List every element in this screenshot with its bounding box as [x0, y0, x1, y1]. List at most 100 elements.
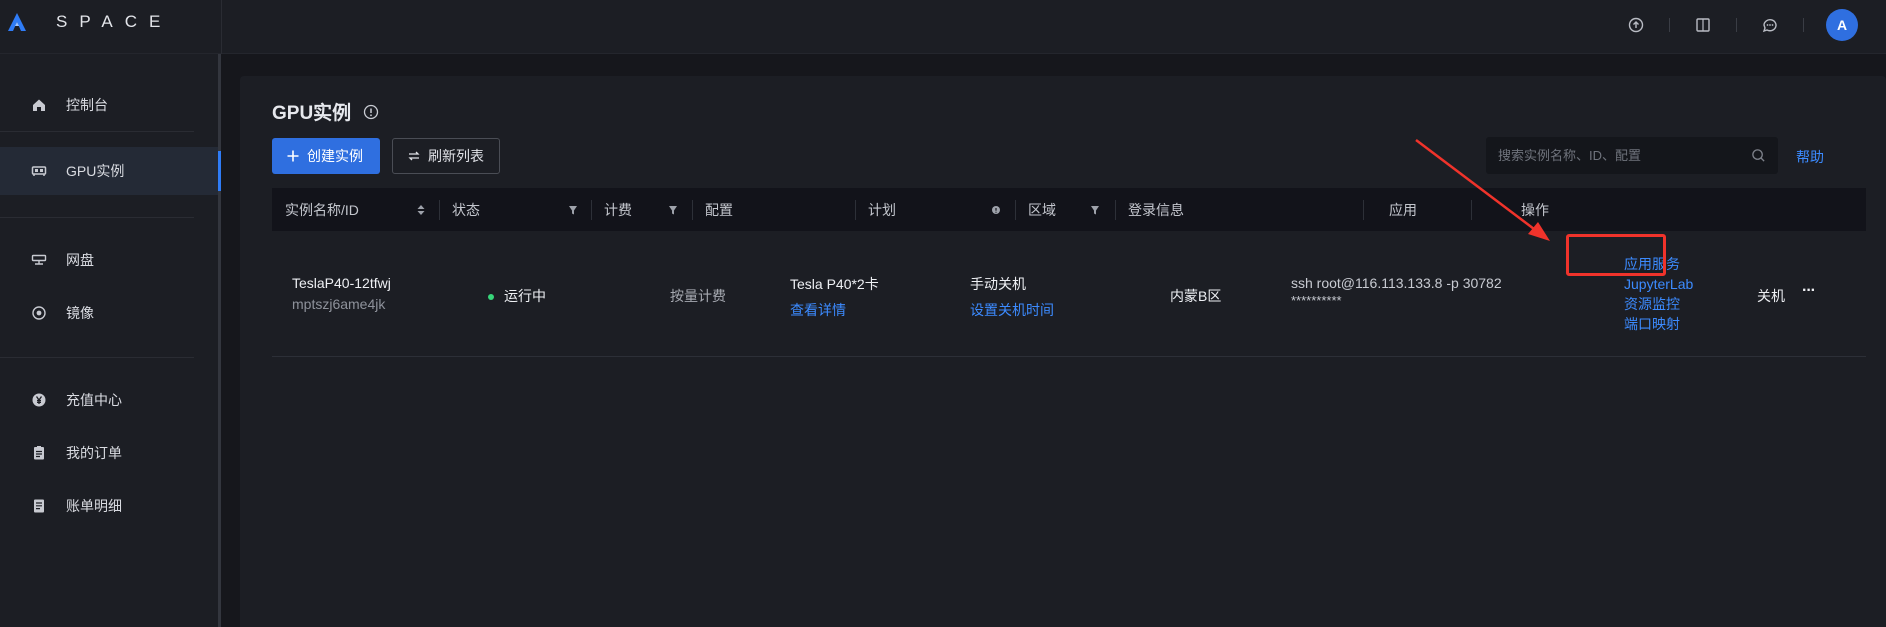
region-cell: 内蒙B区	[1170, 288, 1222, 304]
create-instance-label: 创建实例	[307, 148, 363, 164]
column-header-status[interactable]: 状态	[452, 188, 592, 231]
top-separator	[1669, 18, 1670, 32]
column-header-billing[interactable]: 计费	[604, 188, 692, 231]
create-instance-button[interactable]: 创建实例	[272, 138, 380, 174]
sidebar-item-label: 控制台	[66, 97, 108, 113]
page-title-text: GPU实例	[272, 103, 352, 124]
column-header-label: 登录信息	[1128, 201, 1184, 218]
orders-icon	[30, 444, 48, 462]
sidebar-divider	[0, 357, 194, 358]
shutdown-button[interactable]: 关机	[1757, 286, 1785, 306]
column-header-label: 实例名称/ID	[285, 201, 359, 218]
search-icon[interactable]	[1751, 148, 1766, 163]
header-separator	[591, 200, 592, 220]
refresh-list-button[interactable]: 刷新列表	[392, 138, 500, 174]
info-dot-icon[interactable]	[991, 204, 1001, 216]
header-separator	[1015, 200, 1016, 220]
filter-icon[interactable]	[568, 204, 578, 216]
status-dot-icon	[488, 294, 494, 301]
resource-monitor-link[interactable]: 资源监控	[1624, 294, 1693, 314]
top-bar: SPACE A	[0, 0, 1886, 54]
instance-id: mptszj6ame4jk	[292, 296, 386, 312]
billing-cell: 按量计费	[670, 288, 726, 304]
sidebar-divider	[0, 131, 194, 132]
header-separator	[1471, 200, 1472, 220]
refresh-list-label: 刷新列表	[428, 148, 484, 164]
column-header-region[interactable]: 区域	[1028, 188, 1114, 231]
status-cell: 运行中	[488, 286, 546, 306]
column-header-label: 状态	[452, 201, 480, 218]
column-header-actions: 操作	[1521, 188, 1601, 231]
book-icon[interactable]	[1692, 14, 1714, 36]
sidebar-divider	[0, 217, 194, 218]
config-text: Tesla P40*2卡	[790, 276, 879, 292]
topbar-divider	[221, 0, 222, 54]
bill-icon	[30, 497, 48, 515]
sidebar-item-mirror[interactable]: 镜像	[0, 289, 218, 337]
yen-icon	[30, 391, 48, 409]
header-separator	[692, 200, 693, 220]
home-icon	[30, 96, 48, 114]
upload-icon[interactable]	[1625, 14, 1647, 36]
sidebar-item-label: 账单明细	[66, 498, 122, 514]
sidebar-item-recharge[interactable]: 充值中心	[0, 376, 218, 424]
main-panel: GPU实例 创建实例 刷新列表 帮助 实例名称/ID 状态 计费	[240, 76, 1886, 627]
ssh-command[interactable]: ssh root@116.113.133.8 -p 30782	[1291, 275, 1502, 291]
ssh-password[interactable]: **********	[1291, 293, 1502, 308]
config-cell: Tesla P40*2卡 查看详情	[790, 274, 879, 320]
sidebar-item-bill[interactable]: 账单明细	[0, 482, 218, 530]
brand-logo[interactable]: SPACE	[6, 11, 172, 33]
sidebar-item-disk[interactable]: 网盘	[0, 236, 218, 284]
column-header-label: 应用	[1389, 201, 1417, 218]
more-actions-button[interactable]: ···	[1802, 282, 1816, 300]
header-separator	[855, 200, 856, 220]
info-icon[interactable]	[363, 104, 379, 120]
space-logo-icon	[8, 13, 26, 31]
column-header-name[interactable]: 实例名称/ID	[285, 188, 440, 231]
instance-name-cell: TeslaP40-12tfwj mptszj6ame4jk	[292, 275, 391, 312]
sidebar-item-label: 充值中心	[66, 392, 122, 408]
column-header-label: 计划	[868, 201, 896, 218]
column-header-apps: 应用	[1389, 188, 1489, 231]
column-header-label: 计费	[604, 201, 632, 218]
header-separator	[1115, 200, 1116, 220]
column-header-plan: 计划	[868, 188, 1015, 231]
login-cell: ssh root@116.113.133.8 -p 30782 ********…	[1291, 275, 1502, 308]
set-shutdown-time-link[interactable]: 设置关机时间	[970, 300, 1054, 320]
column-header-label: 配置	[705, 201, 733, 218]
sort-icon[interactable]	[416, 204, 426, 216]
top-separator	[1803, 18, 1804, 32]
sidebar-item-orders[interactable]: 我的订单	[0, 429, 218, 477]
instance-name[interactable]: TeslaP40-12tfwj	[292, 275, 391, 291]
page-title: GPU实例	[272, 98, 379, 125]
header-separator	[439, 200, 440, 220]
search-input[interactable]	[1498, 148, 1751, 163]
avatar[interactable]: A	[1826, 9, 1858, 41]
sidebar-item-gpu-instances[interactable]: GPU实例	[0, 147, 221, 195]
help-link[interactable]: 帮助	[1796, 147, 1824, 167]
top-separator	[1736, 18, 1737, 32]
plan-text: 手动关机	[970, 276, 1026, 292]
port-mapping-link[interactable]: 端口映射	[1624, 314, 1693, 334]
header-separator	[1363, 200, 1364, 220]
chat-icon[interactable]	[1759, 14, 1781, 36]
table-header: 实例名称/ID 状态 计费 配置 计划 区域 登录信息 应用 操作	[272, 188, 1866, 231]
gpu-icon	[30, 162, 48, 180]
sidebar-item-label: 网盘	[66, 252, 94, 268]
column-header-label: 区域	[1028, 201, 1056, 218]
sidebar-item-console[interactable]: 控制台	[0, 81, 218, 129]
filter-icon[interactable]	[1090, 204, 1100, 216]
filter-icon[interactable]	[668, 204, 678, 216]
jupyterlab-link[interactable]: JupyterLab	[1624, 274, 1693, 294]
brand-name: SPACE	[56, 12, 173, 31]
view-details-link[interactable]: 查看详情	[790, 300, 879, 320]
status-text: 运行中	[504, 288, 546, 304]
column-header-login: 登录信息	[1128, 188, 1363, 231]
sidebar-item-label: 镜像	[66, 305, 94, 321]
sidebar-item-label: GPU实例	[66, 163, 125, 179]
top-actions: A	[1625, 9, 1858, 41]
plan-cell: 手动关机 设置关机时间	[970, 274, 1054, 320]
mirror-icon	[30, 304, 48, 322]
sidebar: 控制台 GPU实例 网盘 镜像 充值中心 我的订单 账单明细	[0, 54, 221, 627]
column-header-label: 操作	[1521, 201, 1549, 218]
